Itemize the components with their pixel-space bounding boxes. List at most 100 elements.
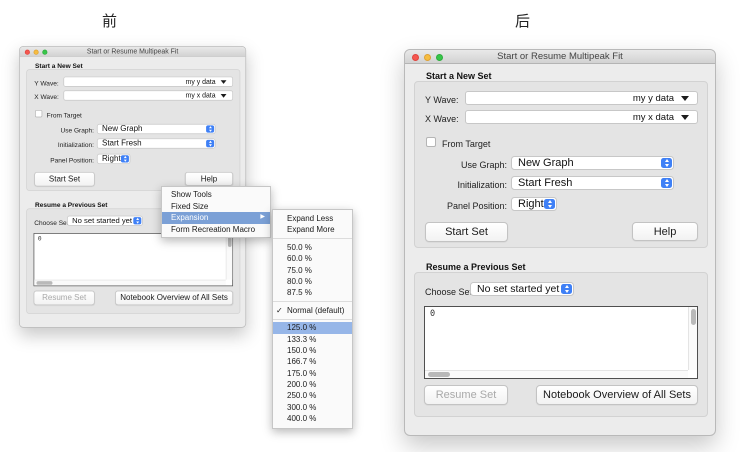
menu-item-show-tools[interactable]: Show Tools [162, 189, 270, 201]
submenu-arrow-icon: ▶ [260, 212, 265, 224]
panel-position-popup[interactable]: Right [97, 154, 130, 164]
resume-set-button[interactable]: Resume Set [424, 385, 508, 405]
checkmark-icon: ✓ [276, 305, 283, 316]
panel-position-label: Panel Position: [405, 201, 507, 211]
y-wave-value: my y data [186, 78, 216, 86]
submenu-item-expand-more[interactable]: Expand More [273, 224, 352, 235]
dropdown-triangle-icon [221, 80, 227, 84]
horizontal-scrollbar[interactable] [34, 280, 225, 286]
before-caption: 前 [102, 10, 117, 31]
start-set-button[interactable]: Start Set [425, 222, 508, 242]
panel-position-label: Panel Position: [20, 157, 94, 164]
submenu-item-125[interactable]: 125.0 % [273, 322, 352, 333]
menu-item-fixed-size[interactable]: Fixed Size [162, 201, 270, 213]
set-list-item[interactable]: 0 [430, 309, 435, 319]
set-list-box[interactable]: 0 [424, 306, 698, 379]
stepper-icon [661, 178, 672, 188]
dropdown-triangle-icon [681, 96, 689, 101]
context-menu: Show Tools Fixed Size Expansion ▶ Form R… [161, 186, 271, 238]
x-wave-label: X Wave: [425, 114, 459, 124]
stepper-icon [121, 155, 129, 162]
stepper-icon [206, 125, 214, 132]
stepper-icon [206, 140, 214, 147]
y-wave-label: Y Wave: [425, 95, 459, 105]
from-target-checkbox[interactable] [426, 137, 436, 147]
vertical-scroll-thumb[interactable] [691, 309, 696, 325]
notebook-overview-button[interactable]: Notebook Overview of All Sets [536, 385, 698, 405]
x-wave-label: X Wave: [34, 93, 59, 100]
submenu-item-133[interactable]: 133.3 % [273, 334, 352, 345]
initialization-label: Initialization: [405, 180, 507, 190]
use-graph-popup[interactable]: New Graph [97, 124, 216, 134]
submenu-item-87[interactable]: 87.5 % [273, 287, 352, 298]
vertical-scrollbar[interactable] [226, 234, 233, 280]
x-wave-value: my x data [186, 92, 216, 100]
horizontal-scroll-thumb[interactable] [36, 281, 52, 285]
menu-separator [273, 238, 352, 239]
start-section-title: Start a New Set [35, 62, 83, 69]
choose-set-label: Choose Set: [425, 287, 475, 297]
help-button[interactable]: Help [632, 222, 698, 241]
expansion-submenu: Expand Less Expand More 50.0 % 60.0 % 75… [272, 209, 353, 429]
submenu-item-75[interactable]: 75.0 % [273, 265, 352, 276]
start-section-title: Start a New Set [426, 71, 492, 81]
set-list-item[interactable]: 0 [38, 235, 42, 242]
submenu-item-150[interactable]: 150.0 % [273, 345, 352, 356]
use-graph-popup[interactable]: New Graph [511, 156, 674, 170]
submenu-item-175[interactable]: 175.0 % [273, 368, 352, 379]
window-titlebar[interactable]: Start or Resume Multipeak Fit [20, 47, 246, 57]
horizontal-scroll-thumb[interactable] [428, 372, 450, 377]
stepper-icon [133, 217, 141, 224]
initialization-label: Initialization: [20, 141, 94, 148]
y-wave-value: my y data [633, 93, 674, 104]
initialization-popup[interactable]: Start Fresh [511, 176, 674, 190]
from-target-checkbox[interactable] [35, 110, 42, 117]
y-wave-label: Y Wave: [34, 79, 58, 86]
menu-item-expansion[interactable]: Expansion ▶ [162, 212, 270, 224]
window-title: Start or Resume Multipeak Fit [20, 47, 246, 57]
stepper-icon [544, 199, 555, 209]
x-wave-popup[interactable]: my x data [465, 110, 698, 124]
choose-set-label: Choose Set: [34, 219, 70, 226]
y-wave-popup[interactable]: my y data [63, 77, 233, 87]
submenu-item-400[interactable]: 400.0 % [273, 413, 352, 424]
vertical-scrollbar[interactable] [688, 307, 697, 370]
use-graph-label: Use Graph: [405, 160, 507, 170]
submenu-item-50[interactable]: 50.0 % [273, 242, 352, 253]
set-list-box[interactable]: 0 [34, 233, 233, 286]
panel-position-popup[interactable]: Right [511, 197, 557, 211]
submenu-item-250[interactable]: 250.0 % [273, 390, 352, 401]
menu-separator [273, 319, 352, 320]
submenu-item-80[interactable]: 80.0 % [273, 276, 352, 287]
window-titlebar[interactable]: Start or Resume Multipeak Fit [405, 50, 715, 64]
screenshot-canvas: 前 后 Start or Resume Multipeak Fit Start … [0, 0, 756, 452]
submenu-item-expand-less[interactable]: Expand Less [273, 213, 352, 224]
notebook-overview-button[interactable]: Notebook Overview of All Sets [115, 291, 233, 306]
choose-set-popup[interactable]: No set started yet [67, 216, 143, 226]
from-target-label: From Target [442, 139, 490, 149]
resume-section-title: Resume a Previous Set [35, 201, 107, 208]
y-wave-popup[interactable]: my y data [465, 91, 698, 105]
resume-section-title: Resume a Previous Set [426, 262, 526, 272]
x-wave-value: my x data [633, 112, 674, 123]
multipeak-fit-window: Start or Resume Multipeak Fit Start a Ne… [404, 49, 716, 436]
after-caption: 后 [515, 10, 530, 31]
start-set-button[interactable]: Start Set [34, 172, 94, 187]
resume-set-button[interactable]: Resume Set [34, 291, 95, 306]
window-title: Start or Resume Multipeak Fit [405, 50, 715, 64]
submenu-item-200[interactable]: 200.0 % [273, 379, 352, 390]
help-button[interactable]: Help [185, 172, 233, 186]
horizontal-scrollbar[interactable] [425, 370, 688, 378]
from-target-label: From Target [47, 112, 82, 119]
stepper-icon [561, 284, 572, 294]
submenu-item-normal[interactable]: ✓ Normal (default) [273, 305, 352, 316]
menu-item-form-recreation-macro[interactable]: Form Recreation Macro [162, 224, 270, 236]
choose-set-popup[interactable]: No set started yet [470, 282, 574, 296]
initialization-popup[interactable]: Start Fresh [97, 138, 216, 148]
submenu-item-60[interactable]: 60.0 % [273, 253, 352, 264]
submenu-item-166[interactable]: 166.7 % [273, 356, 352, 367]
use-graph-label: Use Graph: [20, 127, 94, 134]
x-wave-popup[interactable]: my x data [63, 90, 233, 100]
dropdown-triangle-icon [681, 115, 689, 120]
submenu-item-300[interactable]: 300.0 % [273, 402, 352, 413]
